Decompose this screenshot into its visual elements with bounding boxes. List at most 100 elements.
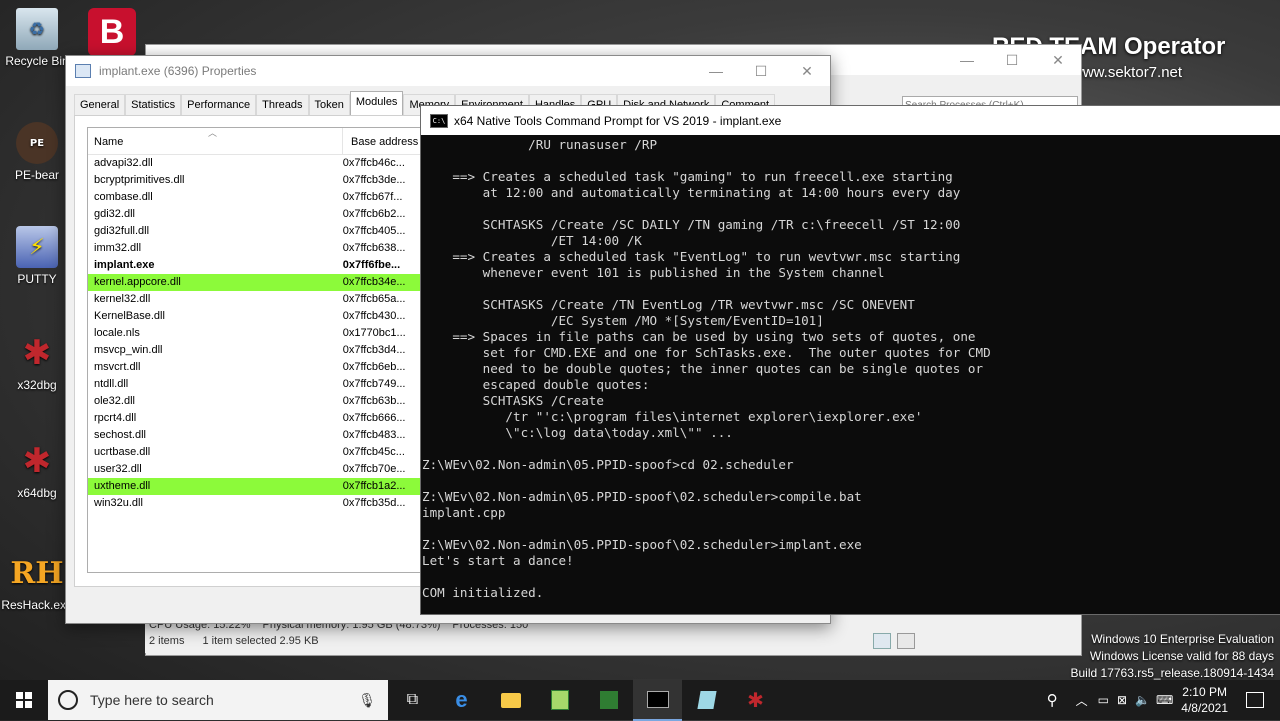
module-base-address: 0x7ffcb65a...	[342, 293, 406, 305]
module-row[interactable]: msvcp_win.dll 0x7ffcb3d4...	[88, 342, 421, 359]
desktop-icon-pe-bear[interactable]: PE PE-bear	[0, 122, 74, 182]
module-row[interactable]: gdi32.dll 0x7ffcb6b2...	[88, 206, 421, 223]
edge-icon[interactable]: e	[437, 680, 486, 720]
start-button[interactable]	[0, 680, 48, 720]
windows-watermark-line3: Build 17763.rs5_release.180914-1434	[1070, 666, 1275, 680]
console-line: ==> Spaces in file paths can be used by …	[422, 329, 976, 344]
module-row[interactable]: kernel32.dll 0x7ffcb65a...	[88, 291, 421, 308]
notification-icon[interactable]	[1246, 692, 1264, 708]
console-titlebar: C:\ x64 Native Tools Command Prompt for …	[421, 106, 1280, 135]
file-explorer-icon[interactable]	[486, 680, 535, 720]
notepad-plus-plus-icon[interactable]	[535, 680, 584, 720]
tab-threads[interactable]: Threads	[256, 94, 309, 116]
desktop-icon-recycle-bin[interactable]: ♻ Recycle Bin	[0, 8, 74, 68]
tab-performance[interactable]: Performance	[181, 94, 257, 116]
brand-url: www.sektor7.net	[1072, 64, 1183, 81]
debugger-bug-icon[interactable]: ✱	[731, 680, 780, 720]
desktop-icon-reshack[interactable]: RH ResHack.exe	[0, 552, 74, 613]
desktop-icon-label: x32dbg	[17, 378, 57, 392]
microphone-icon[interactable]: 🎙	[358, 692, 376, 709]
console-line: ==> Creates a scheduled task "EventLog" …	[422, 249, 961, 264]
console-line: Z:\WEv\02.Non-admin\05.PPID-spoof>cd 02.…	[422, 457, 794, 472]
desktop-icon-x64dbg[interactable]: ✱ x64dbg	[0, 440, 74, 500]
clock[interactable]: 2:10 PM 4/8/2021	[1181, 684, 1228, 716]
tab-statistics[interactable]: Statistics	[125, 94, 182, 116]
module-name: imm32.dll	[94, 242, 142, 254]
module-row[interactable]: win32u.dll 0x7ffcb35d...	[88, 495, 421, 512]
bear-icon: PE	[16, 122, 58, 164]
desktop-icon-putty[interactable]: ⚡ PUTTY	[0, 226, 74, 286]
module-row[interactable]: implant.exe 0x7ff6fbe...	[88, 257, 421, 274]
module-row[interactable]: imm32.dll 0x7ffcb638...	[88, 240, 421, 257]
battery-icon[interactable]: ▭	[1098, 693, 1109, 707]
module-base-address: 0x7ffcb3de...	[342, 174, 406, 186]
volume-icon[interactable]: 🔈	[1135, 693, 1150, 707]
command-prompt-icon[interactable]	[633, 679, 682, 721]
module-row[interactable]: sechost.dll 0x7ffcb483...	[88, 427, 421, 444]
module-row[interactable]: ole32.dll 0x7ffcb63b...	[88, 393, 421, 410]
module-base-address: 0x7ffcb638...	[342, 242, 406, 254]
module-base-address: 0x7ffcb46c...	[342, 157, 405, 169]
show-hidden-icons-chevron-icon[interactable]: ︿	[1076, 692, 1088, 709]
recycle-bin-icon: ♻	[16, 8, 58, 50]
details-view-icon[interactable]	[873, 633, 891, 649]
tab-general[interactable]: General	[74, 94, 126, 116]
network-icon[interactable]: ⊠	[1117, 693, 1127, 707]
module-name: sechost.dll	[94, 429, 146, 441]
bitdefender-icon[interactable]: B	[88, 8, 136, 56]
close-icon[interactable]: ✕	[784, 56, 830, 86]
sort-arrow-icon: ︿	[208, 128, 218, 138]
module-base-address: 0x7ffcb666...	[342, 412, 406, 424]
module-row[interactable]: uxtheme.dll 0x7ffcb1a2...	[88, 478, 421, 495]
ime-icon[interactable]: ⌨	[1156, 693, 1173, 707]
column-header-base-address[interactable]: Base address	[343, 128, 418, 154]
module-row[interactable]: gdi32full.dll 0x7ffcb405...	[88, 223, 421, 240]
module-row[interactable]: rpcrt4.dll 0x7ffcb666...	[88, 410, 421, 427]
visual-studio-icon[interactable]	[584, 680, 633, 720]
console-line: set for CMD.EXE and one for SchTasks.exe…	[422, 345, 991, 360]
desktop-icon-x32dbg[interactable]: ✱ x32dbg	[0, 332, 74, 392]
module-row[interactable]: advapi32.dll 0x7ffcb46c...	[88, 155, 421, 172]
module-row[interactable]: bcryptprimitives.dll 0x7ffcb3de...	[88, 172, 421, 189]
large-icons-view-icon[interactable]	[897, 633, 915, 649]
maximize-icon[interactable]: ☐	[738, 56, 784, 86]
module-row[interactable]: ntdll.dll 0x7ffcb749...	[88, 376, 421, 393]
hex-editor-icon[interactable]	[682, 680, 731, 720]
minimize-icon[interactable]: —	[944, 45, 990, 75]
console-title: x64 Native Tools Command Prompt for VS 2…	[454, 113, 782, 128]
module-row[interactable]: msvcrt.dll 0x7ffcb6eb...	[88, 359, 421, 376]
module-row[interactable]: KernelBase.dll 0x7ffcb430...	[88, 308, 421, 325]
module-base-address: 0x7ffcb6eb...	[342, 361, 406, 373]
module-name: implant.exe	[94, 259, 155, 271]
module-base-address: 0x7ffcb63b...	[342, 395, 406, 407]
tab-modules[interactable]: Modules	[349, 91, 404, 116]
minimize-icon[interactable]: —	[693, 56, 739, 86]
module-base-address: 0x7ffcb1a2...	[342, 480, 406, 492]
command-prompt-window[interactable]: C:\ x64 Native Tools Command Prompt for …	[420, 105, 1280, 615]
console-line: Z:\WEv\02.Non-admin\05.PPID-spoof\02.sch…	[422, 489, 862, 504]
module-row[interactable]: locale.nls 0x1770bc1...	[88, 325, 421, 342]
module-base-address: 0x7ffcb3d4...	[342, 344, 406, 356]
module-base-address: 0x7ffcb67f...	[342, 191, 403, 203]
app-icon	[75, 64, 91, 78]
tab-token[interactable]: Token	[308, 94, 350, 116]
module-row[interactable]: ucrtbase.dll 0x7ffcb45c...	[88, 444, 421, 461]
console-output[interactable]: /RU runasuser /RP ==> Creates a schedule…	[421, 135, 1280, 614]
close-icon[interactable]: ✕	[1035, 45, 1081, 75]
module-row[interactable]: combase.dll 0x7ffcb67f...	[88, 189, 421, 206]
module-row[interactable]: user32.dll 0x7ffcb70e...	[88, 461, 421, 478]
taskbar-search-box[interactable]: Type here to search 🎙	[48, 680, 388, 720]
modules-list[interactable]: Name Base address ︿ advapi32.dll 0x7ffcb4…	[87, 127, 422, 573]
module-row[interactable]: kernel.appcore.dll 0x7ffcb34e...	[88, 274, 421, 291]
maximize-icon[interactable]: ☐	[989, 45, 1035, 75]
module-base-address: 0x7ffcb45c...	[342, 446, 405, 458]
task-view-icon[interactable]: ⧉	[388, 680, 437, 720]
people-icon[interactable]: ⚲	[1047, 691, 1058, 709]
module-name: user32.dll	[94, 463, 142, 475]
desktop-icon-label: ResHack.exe	[1, 598, 73, 612]
module-name: kernel32.dll	[94, 293, 151, 305]
